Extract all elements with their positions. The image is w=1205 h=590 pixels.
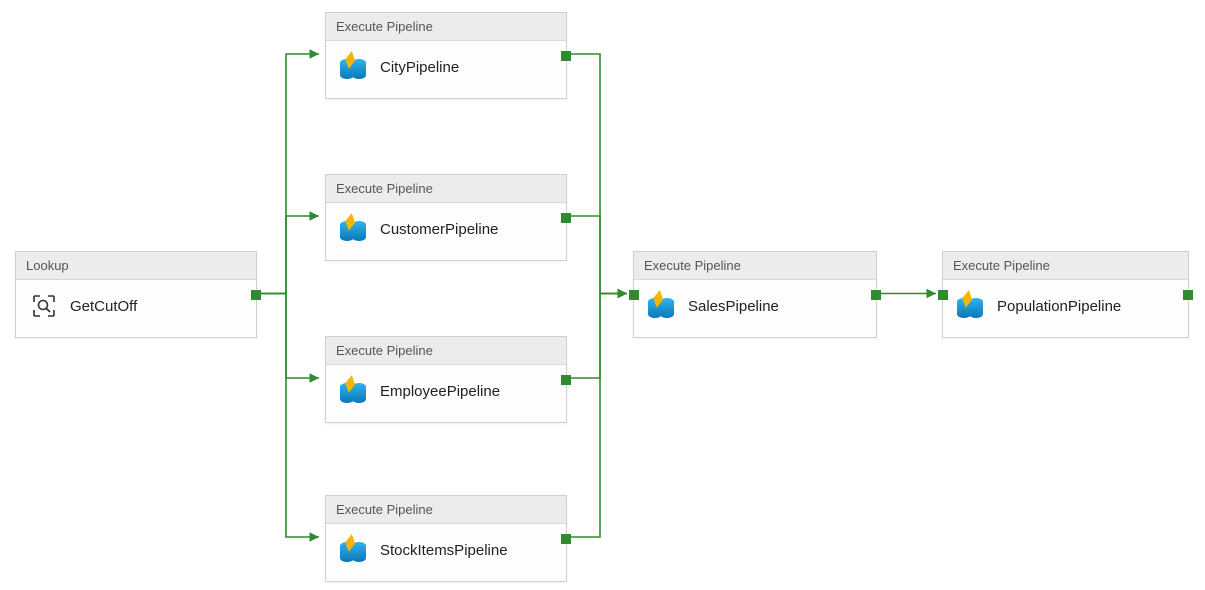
activity-populationpipeline[interactable]: Execute Pipeline PopulationPipeline: [942, 251, 1189, 338]
lookup-icon: [30, 292, 58, 320]
input-port[interactable]: [629, 290, 639, 300]
activity-type-label: Lookup: [16, 252, 256, 280]
output-port[interactable]: [561, 375, 571, 385]
activity-employeepipeline[interactable]: Execute Pipeline EmployeePipeline: [325, 336, 567, 423]
output-port[interactable]: [561, 534, 571, 544]
activity-type-label: Execute Pipeline: [326, 337, 566, 365]
pipeline-icon: [648, 292, 676, 320]
activity-type-label: Execute Pipeline: [326, 496, 566, 524]
pipeline-icon: [340, 536, 368, 564]
activity-type-label: Execute Pipeline: [943, 252, 1188, 280]
activity-salespipeline[interactable]: Execute Pipeline SalesPipeline: [633, 251, 877, 338]
pipeline-icon: [340, 377, 368, 405]
activity-name: StockItemsPipeline: [380, 542, 508, 559]
pipeline-icon: [957, 292, 985, 320]
activity-type-label: Execute Pipeline: [326, 13, 566, 41]
output-port[interactable]: [871, 290, 881, 300]
activity-name: CityPipeline: [380, 59, 459, 76]
activity-name: PopulationPipeline: [997, 298, 1121, 315]
activity-name: SalesPipeline: [688, 298, 779, 315]
activity-name: GetCutOff: [70, 298, 137, 315]
output-port[interactable]: [561, 51, 571, 61]
activity-stockitemspipeline[interactable]: Execute Pipeline StockItemsPipeline: [325, 495, 567, 582]
pipeline-icon: [340, 215, 368, 243]
input-port[interactable]: [938, 290, 948, 300]
activity-getcutoff[interactable]: Lookup GetCutOff: [15, 251, 257, 338]
activity-type-label: Execute Pipeline: [634, 252, 876, 280]
activity-customerpipeline[interactable]: Execute Pipeline CustomerPipeline: [325, 174, 567, 261]
activity-name: EmployeePipeline: [380, 383, 500, 400]
pipeline-canvas[interactable]: Lookup GetCutOff Execute Pipeline CityPi…: [0, 0, 1205, 590]
activity-citypipeline[interactable]: Execute Pipeline CityPipeline: [325, 12, 567, 99]
output-port[interactable]: [1183, 290, 1193, 300]
activity-name: CustomerPipeline: [380, 221, 498, 238]
output-port[interactable]: [251, 290, 261, 300]
pipeline-icon: [340, 53, 368, 81]
output-port[interactable]: [561, 213, 571, 223]
activity-type-label: Execute Pipeline: [326, 175, 566, 203]
